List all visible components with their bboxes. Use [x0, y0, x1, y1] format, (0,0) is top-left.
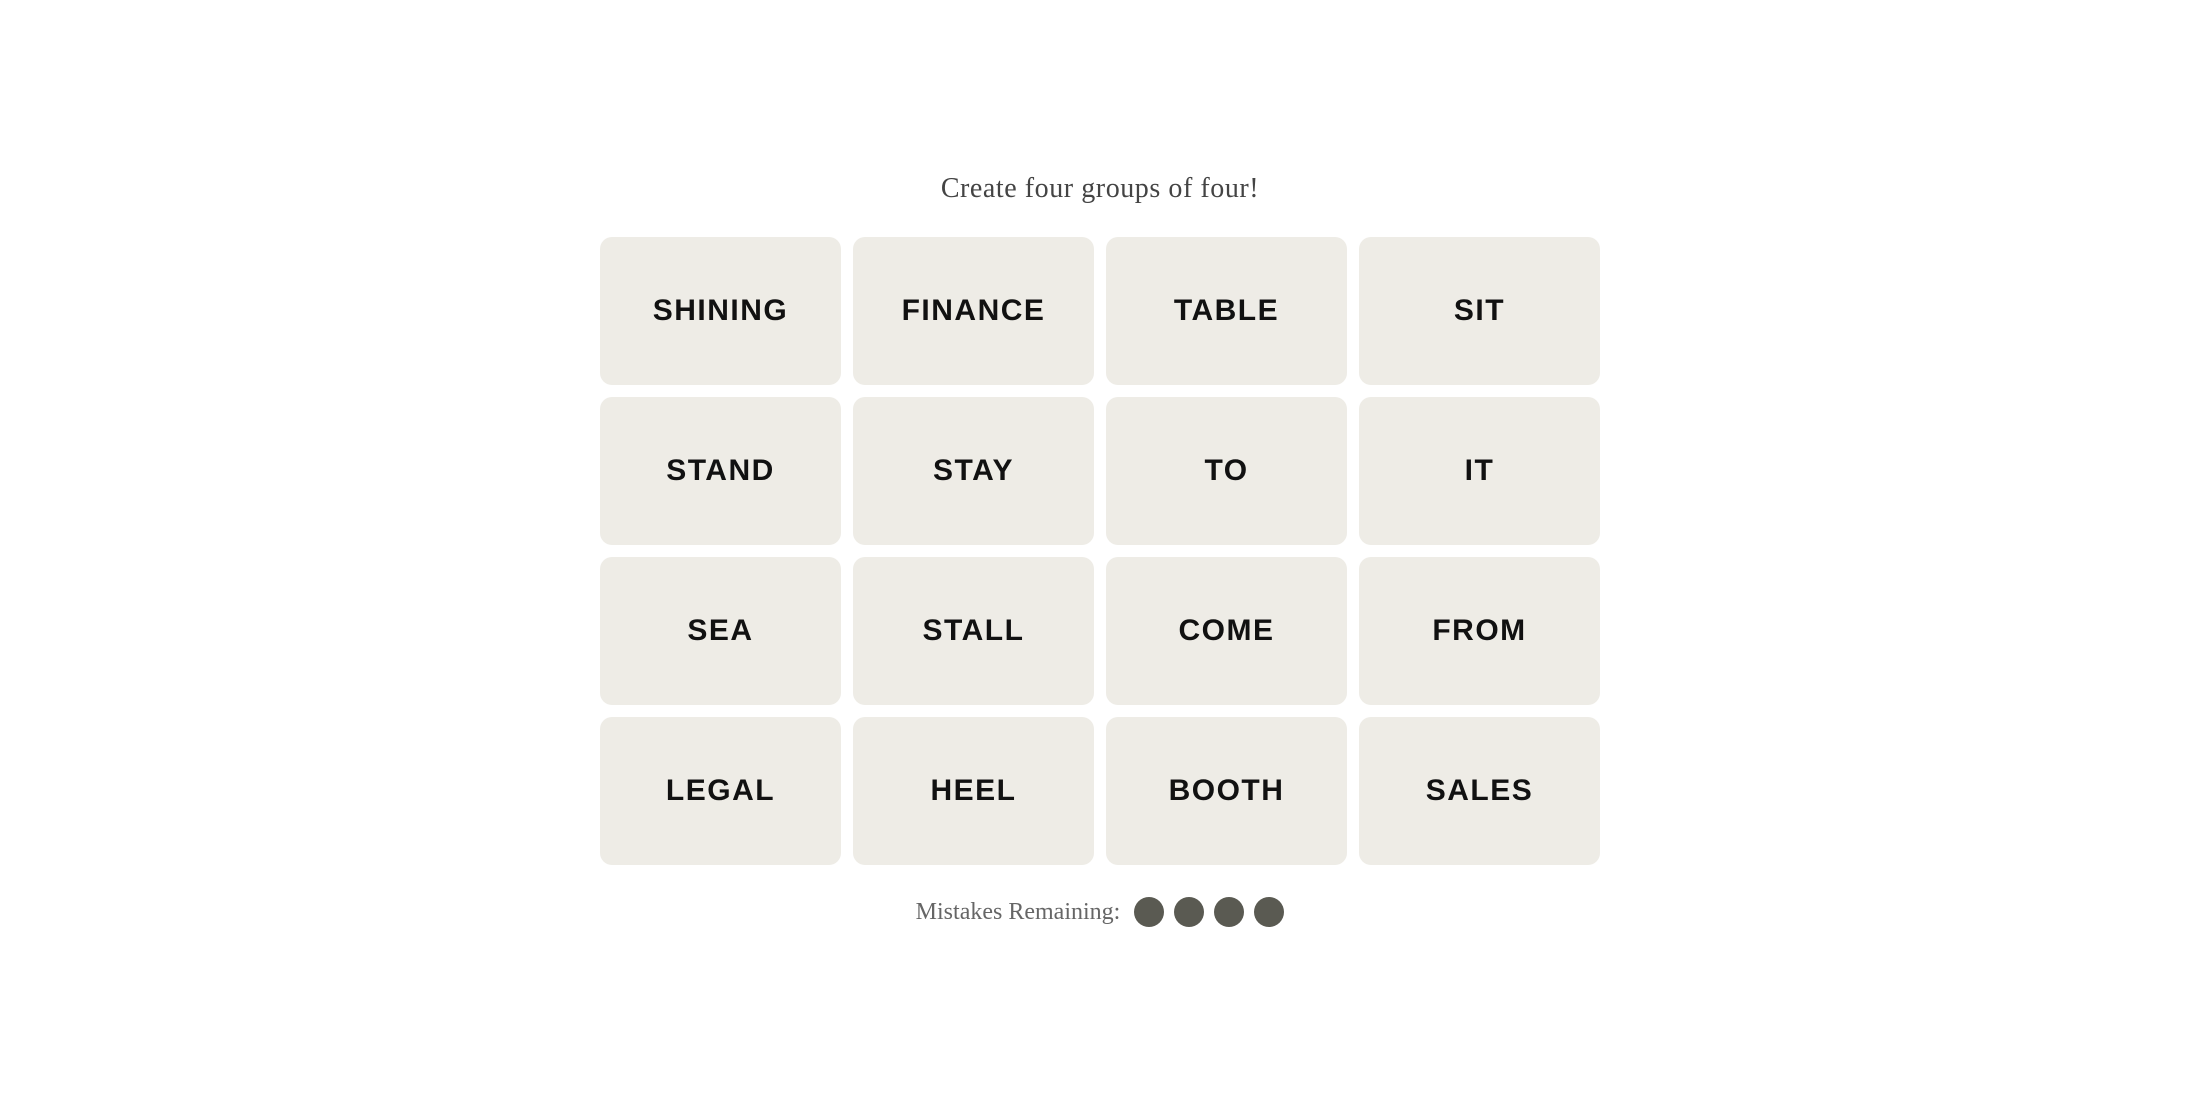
mistake-dot-1 — [1134, 897, 1164, 927]
card-label-booth: BOOTH — [1169, 774, 1285, 808]
card-booth[interactable]: BOOTH — [1106, 717, 1347, 865]
mistakes-label: Mistakes Remaining: — [916, 899, 1121, 926]
mistake-dot-3 — [1214, 897, 1244, 927]
card-stand[interactable]: STAND — [600, 397, 841, 545]
subtitle: Create four groups of four! — [941, 173, 1259, 205]
mistakes-row: Mistakes Remaining: — [916, 897, 1285, 927]
card-label-stand: STAND — [666, 454, 775, 488]
card-finance[interactable]: FINANCE — [853, 237, 1094, 385]
card-from[interactable]: FROM — [1359, 557, 1600, 705]
mistake-dot-2 — [1174, 897, 1204, 927]
card-label-sea: SEA — [687, 614, 753, 648]
card-table[interactable]: TABLE — [1106, 237, 1347, 385]
card-label-from: FROM — [1432, 614, 1526, 648]
card-label-stall: STALL — [923, 614, 1025, 648]
card-heel[interactable]: HEEL — [853, 717, 1094, 865]
card-label-table: TABLE — [1174, 294, 1279, 328]
card-label-shining: SHINING — [653, 294, 789, 328]
card-label-it: IT — [1465, 454, 1495, 488]
card-sales[interactable]: SALES — [1359, 717, 1600, 865]
game-container: Create four groups of four! SHINING FINAN… — [600, 173, 1600, 927]
card-label-sales: SALES — [1426, 774, 1534, 808]
card-to[interactable]: TO — [1106, 397, 1347, 545]
card-sea[interactable]: SEA — [600, 557, 841, 705]
card-legal[interactable]: LEGAL — [600, 717, 841, 865]
card-label-to: TO — [1204, 454, 1248, 488]
word-grid: SHINING FINANCE TABLE SIT STAND STAY TO IT SEA ST… — [600, 237, 1600, 865]
card-it[interactable]: IT — [1359, 397, 1600, 545]
mistakes-dots — [1134, 897, 1284, 927]
card-label-come: COME — [1179, 614, 1275, 648]
card-label-stay: STAY — [933, 454, 1014, 488]
card-label-sit: SIT — [1454, 294, 1505, 328]
card-label-finance: FINANCE — [902, 294, 1046, 328]
mistake-dot-4 — [1254, 897, 1284, 927]
card-label-heel: HEEL — [930, 774, 1016, 808]
card-sit[interactable]: SIT — [1359, 237, 1600, 385]
card-stall[interactable]: STALL — [853, 557, 1094, 705]
card-shining[interactable]: SHINING — [600, 237, 841, 385]
card-come[interactable]: COME — [1106, 557, 1347, 705]
card-stay[interactable]: STAY — [853, 397, 1094, 545]
card-label-legal: LEGAL — [666, 774, 775, 808]
